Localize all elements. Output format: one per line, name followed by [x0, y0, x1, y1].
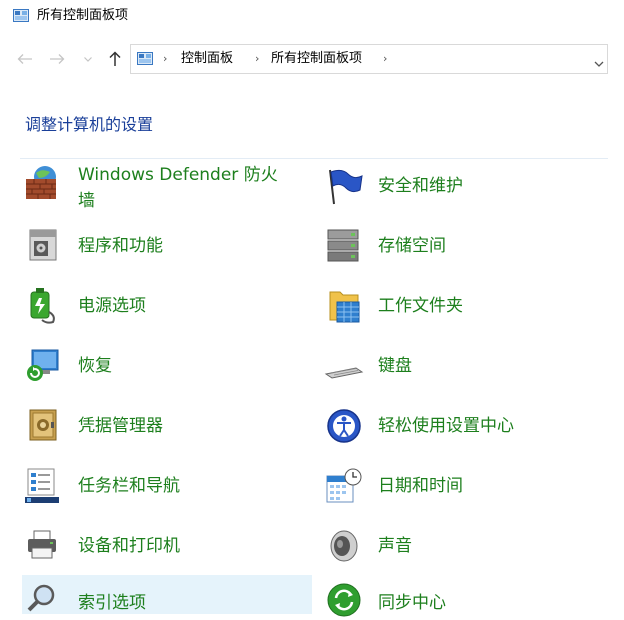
- window-title: 所有控制面板项: [37, 8, 129, 23]
- indexing-icon: [27, 584, 55, 612]
- arrow-left-icon: [17, 54, 32, 64]
- item-taskbar-and-navigation[interactable]: 任务栏和导航: [22, 466, 312, 506]
- item-label[interactable]: 声音: [378, 533, 412, 559]
- address-bar[interactable]: › 控制面板 › 所有控制面板项 ›: [130, 44, 608, 74]
- item-label[interactable]: 安全和维护: [378, 173, 463, 199]
- item-label[interactable]: 轻松使用设置中心: [378, 413, 514, 439]
- item-label[interactable]: 日期和时间: [378, 473, 463, 499]
- page-heading: 调整计算机的设置: [25, 115, 154, 134]
- item-credential-manager[interactable]: 凭据管理器: [22, 406, 312, 446]
- item-sound[interactable]: 声音: [322, 526, 612, 566]
- firewall-icon: [26, 166, 56, 199]
- address-dropdown-button[interactable]: [593, 54, 605, 67]
- item-storage-spaces[interactable]: 存储空间: [322, 226, 612, 266]
- chevron-down-icon: [594, 61, 604, 67]
- recent-locations-button[interactable]: [80, 49, 96, 69]
- item-ease-of-access-center[interactable]: 轻松使用设置中心: [322, 406, 612, 446]
- speaker-icon: [330, 530, 358, 562]
- item-indexing-options[interactable]: 索引选项: [22, 575, 312, 614]
- printer-icon: [28, 530, 56, 559]
- date-time-icon: [326, 468, 362, 503]
- programs-icon: [29, 229, 57, 261]
- item-sync-center[interactable]: 同步中心: [322, 580, 612, 617]
- item-label[interactable]: 工作文件夹: [378, 293, 463, 319]
- item-label[interactable]: 电源选项: [78, 293, 146, 319]
- credential-safe-icon: [29, 409, 57, 441]
- item-label[interactable]: 同步中心: [378, 590, 446, 616]
- arrow-up-icon: [109, 51, 121, 66]
- item-label[interactable]: 存储空间: [378, 233, 446, 259]
- item-windows-defender-firewall[interactable]: Windows Defender 防火 墙: [22, 164, 312, 214]
- ease-of-access-icon: [327, 409, 361, 443]
- item-label[interactable]: 键盘: [378, 353, 412, 379]
- back-button[interactable]: [14, 49, 36, 69]
- item-keyboard[interactable]: 键盘: [322, 346, 612, 386]
- title-bar: 所有控制面板项: [0, 0, 624, 32]
- sync-center-icon: [327, 583, 361, 617]
- item-date-and-time[interactable]: 日期和时间: [322, 466, 612, 506]
- work-folders-icon: [329, 291, 360, 323]
- power-options-icon: [30, 288, 55, 324]
- item-work-folders[interactable]: 工作文件夹: [322, 286, 612, 326]
- breadcrumb-separator[interactable]: ›: [255, 52, 259, 65]
- control-panel-icon: [13, 9, 29, 22]
- item-label[interactable]: 程序和功能: [78, 233, 163, 259]
- breadcrumb-separator[interactable]: ›: [163, 52, 167, 65]
- taskbar-icon: [25, 468, 59, 503]
- security-flag-icon: [329, 169, 363, 205]
- chevron-down-icon: [84, 57, 92, 62]
- item-power-options[interactable]: 电源选项: [22, 286, 312, 326]
- up-button[interactable]: [104, 49, 126, 69]
- item-label[interactable]: Windows Defender 防火: [78, 162, 278, 188]
- forward-button[interactable]: [46, 49, 68, 69]
- control-panel-icon: [137, 52, 153, 65]
- navigation-bar: › 控制面板 › 所有控制面板项 ›: [0, 40, 624, 78]
- item-recovery[interactable]: 恢复: [22, 346, 312, 386]
- item-label[interactable]: 索引选项: [78, 590, 146, 616]
- item-security-and-maintenance[interactable]: 安全和维护: [322, 166, 612, 206]
- item-programs-and-features[interactable]: 程序和功能: [22, 226, 312, 266]
- breadcrumb-separator[interactable]: ›: [383, 52, 387, 65]
- divider: [20, 158, 608, 159]
- breadcrumb-all-items[interactable]: 所有控制面板项: [271, 51, 362, 67]
- item-label[interactable]: 任务栏和导航: [78, 473, 180, 499]
- item-label-line2[interactable]: 墙: [78, 188, 95, 214]
- recovery-icon: [27, 349, 59, 381]
- arrow-right-icon: [50, 54, 65, 64]
- item-label[interactable]: 恢复: [78, 353, 112, 379]
- item-label[interactable]: 设备和打印机: [78, 533, 180, 559]
- breadcrumb-control-panel[interactable]: 控制面板: [181, 51, 233, 67]
- item-label[interactable]: 凭据管理器: [78, 413, 163, 439]
- storage-spaces-icon: [327, 229, 359, 262]
- item-devices-and-printers[interactable]: 设备和打印机: [22, 526, 312, 566]
- keyboard-icon: [324, 367, 364, 379]
